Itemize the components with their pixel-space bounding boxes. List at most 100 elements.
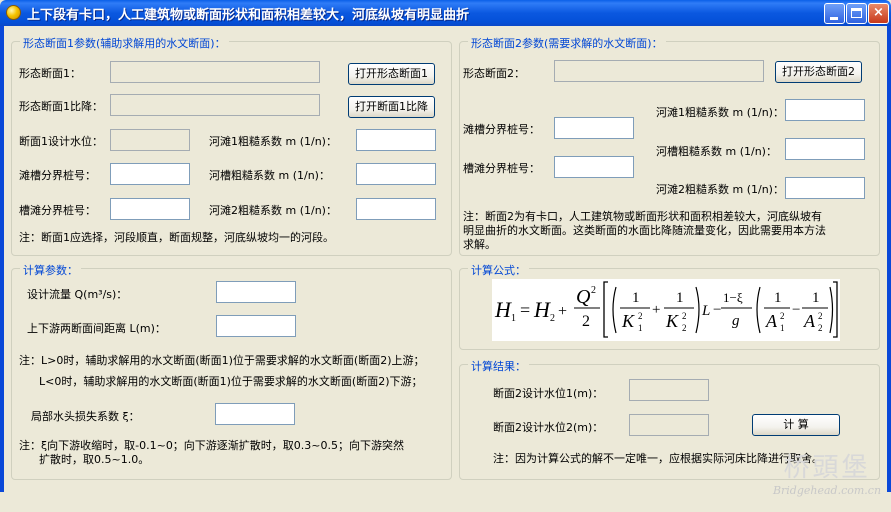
formula-paren-right2 xyxy=(829,286,834,334)
note-xi-line2: 扩散时，取0.5~1.0。 xyxy=(39,453,150,466)
formula-one-d: 1 xyxy=(812,290,820,306)
section1-channel-rough-input[interactable] xyxy=(356,163,436,185)
section2-note-line: 求解。 xyxy=(463,238,496,251)
title-bar[interactable]: 上下段有卡口，人工建筑物或断面形状和面积相差较大，河底纵坡有明显曲折 × xyxy=(0,0,891,26)
loss-coef-label: 局部水头损失系数 ξ： xyxy=(31,410,140,423)
section2-shape-label: 形态断面2： xyxy=(463,67,525,80)
formula-image: H 1 = H 2 + Q 2 2 1 K 1 2 + 1 K 2 2 L − … xyxy=(492,279,840,341)
section1-beach2-rough-label: 河滩2粗糙系数 m (1/n)： xyxy=(209,204,337,217)
maximize-button[interactable] xyxy=(846,3,867,24)
formula-paren-left2 xyxy=(756,286,761,334)
close-button[interactable]: × xyxy=(868,3,889,24)
formula-q-sq: 2 xyxy=(591,285,596,296)
section2-beach2-rough-label: 河滩2粗糙系数 m (1/n)： xyxy=(656,183,784,196)
formula-k2-sq: 2 xyxy=(682,311,687,321)
formula-one-a: 1 xyxy=(632,290,640,306)
formula-two: 2 xyxy=(582,313,590,330)
section2-channel-rough-label: 河槽粗糙系数 m (1/n)： xyxy=(656,145,777,158)
formula-sub1: 1 xyxy=(511,313,516,324)
formula-svg: H 1 = H 2 + Q 2 2 1 K 1 2 + 1 K 2 2 L − … xyxy=(494,281,838,338)
formula-sub2: 2 xyxy=(550,313,555,324)
section2-beach-channel-stake-label: 滩槽分界桩号： xyxy=(463,123,540,136)
note-l-negative: L<0时，辅助求解用的水文断面(断面1)位于需要求解的水文断面(断面2)下游； xyxy=(39,375,423,388)
formula-h2: H xyxy=(533,297,551,322)
watermark-url: Bridgehead.com.cn xyxy=(772,484,882,497)
formula-a2-sq: 2 xyxy=(818,311,823,321)
window-frame-left xyxy=(0,26,4,492)
formula-k1-sq: 2 xyxy=(638,311,643,321)
distance-label: 上下游两断面间距离 L(m)： xyxy=(27,322,166,335)
section1-beach2-rough-input[interactable] xyxy=(356,198,436,220)
flow-label: 设计流量 Q(m³/s)： xyxy=(27,288,128,301)
formula-h1: H xyxy=(494,297,512,322)
formula-k1-sub: 1 xyxy=(638,323,643,333)
formula-q: Q xyxy=(576,286,591,308)
formula-bracket-left xyxy=(603,281,608,338)
formula-paren-right1 xyxy=(695,286,700,334)
formula-a1-sq: 2 xyxy=(780,311,785,321)
formula-a1: A xyxy=(765,311,778,331)
section2-beach2-rough-input[interactable] xyxy=(785,177,865,199)
formula-one-c: 1 xyxy=(774,290,782,306)
section1-channel-beach-stake-input[interactable] xyxy=(110,198,190,220)
section1-shape-label: 形态断面1： xyxy=(19,67,81,80)
formula-eq: = xyxy=(520,300,530,320)
formula-l: L xyxy=(701,303,710,319)
loss-coef-input[interactable] xyxy=(215,403,295,425)
section2-channel-beach-stake-input[interactable] xyxy=(554,156,634,178)
watermark-logo: 桥頭堡 Bridgehead.com.cn xyxy=(768,452,886,508)
watermark-cn: 桥頭堡 xyxy=(783,453,871,483)
formula-k2: K xyxy=(665,311,679,331)
result-level2-label: 断面2设计水位2(m)： xyxy=(493,421,604,434)
formula-one-minus-xi: 1−ξ xyxy=(723,290,743,305)
section1-beach1-rough-input[interactable] xyxy=(356,129,436,151)
section1-note: 注：断面1应选择，河段顺直，断面规整，河底纵坡均一的河段。 xyxy=(19,231,334,244)
app-window: 上下段有卡口，人工建筑物或断面形状和面积相差较大，河底纵坡有明显曲折 × 形态断… xyxy=(0,0,891,512)
formula-minus2: − xyxy=(792,302,800,318)
formula-one-b: 1 xyxy=(676,290,684,306)
result-level1-label: 断面2设计水位1(m)： xyxy=(493,387,604,400)
window-title: 上下段有卡口，人工建筑物或断面形状和面积相差较大，河底纵坡有明显曲折 xyxy=(27,8,470,23)
open-shape1-button[interactable]: 打开形态断面1 xyxy=(348,63,435,85)
section1-legend: 形态断面1参数(辅助求解用的水文断面)： xyxy=(20,35,229,51)
section1-beach-channel-stake-input[interactable] xyxy=(110,163,190,185)
distance-input[interactable] xyxy=(216,315,296,337)
section1-slope-label: 形态断面1比降： xyxy=(19,100,103,113)
formula-bracket-right xyxy=(833,281,838,338)
formula-g: g xyxy=(732,313,740,329)
formula-a2-sub: 2 xyxy=(818,323,823,333)
calc-params-legend: 计算参数： xyxy=(20,262,81,278)
formula-plus2: + xyxy=(652,302,660,318)
section2-beach1-rough-label: 河滩1粗糙系数 m (1/n)： xyxy=(656,106,784,119)
minimize-button[interactable] xyxy=(824,3,845,24)
formula-legend: 计算公式： xyxy=(468,262,529,278)
formula-plus1: + xyxy=(558,303,567,320)
section1-shape-field[interactable] xyxy=(110,61,320,83)
section2-beach-channel-stake-input[interactable] xyxy=(554,117,634,139)
section2-beach1-rough-input[interactable] xyxy=(785,99,865,121)
formula-a1-sub: 1 xyxy=(780,323,785,333)
section2-note-line: 注：断面2为有卡口，人工建筑物或断面形状和面积相差较大，河底纵坡有 xyxy=(463,210,822,223)
maximize-icon xyxy=(851,8,862,18)
formula-minus1: − xyxy=(713,302,721,318)
note-l-positive: 注：L>0时，辅助求解用的水文断面(断面1)位于需要求解的水文断面(断面2)上游… xyxy=(19,354,425,367)
formula-paren-left1 xyxy=(612,286,617,334)
window-frame-right xyxy=(887,26,891,492)
section1-channel-rough-label: 河槽粗糙系数 m (1/n)： xyxy=(209,169,330,182)
open-slope1-button[interactable]: 打开断面1比降 xyxy=(348,96,435,118)
section2-shape-field[interactable] xyxy=(554,60,764,82)
result-level2-field[interactable] xyxy=(629,414,709,436)
result-level1-field[interactable] xyxy=(629,379,709,401)
open-shape2-button[interactable]: 打开形态断面2 xyxy=(775,61,862,83)
minimize-icon xyxy=(830,17,838,20)
section2-legend: 形态断面2参数(需要求解的水文断面)： xyxy=(468,35,666,51)
section2-note: 注：断面2为有卡口，人工建筑物或断面形状和面积相差较大，河底纵坡有 明显曲折的水… xyxy=(463,210,826,252)
section2-channel-rough-input[interactable] xyxy=(785,138,865,160)
section1-channel-beach-stake-label: 槽滩分界桩号： xyxy=(19,204,96,217)
section1-design-level-label: 断面1设计水位： xyxy=(19,135,103,148)
section1-design-level-field[interactable] xyxy=(110,129,190,151)
close-icon: × xyxy=(873,5,884,20)
section1-slope-field[interactable] xyxy=(110,94,320,116)
calculate-button[interactable]: 计 算 xyxy=(752,414,840,436)
flow-input[interactable] xyxy=(216,281,296,303)
